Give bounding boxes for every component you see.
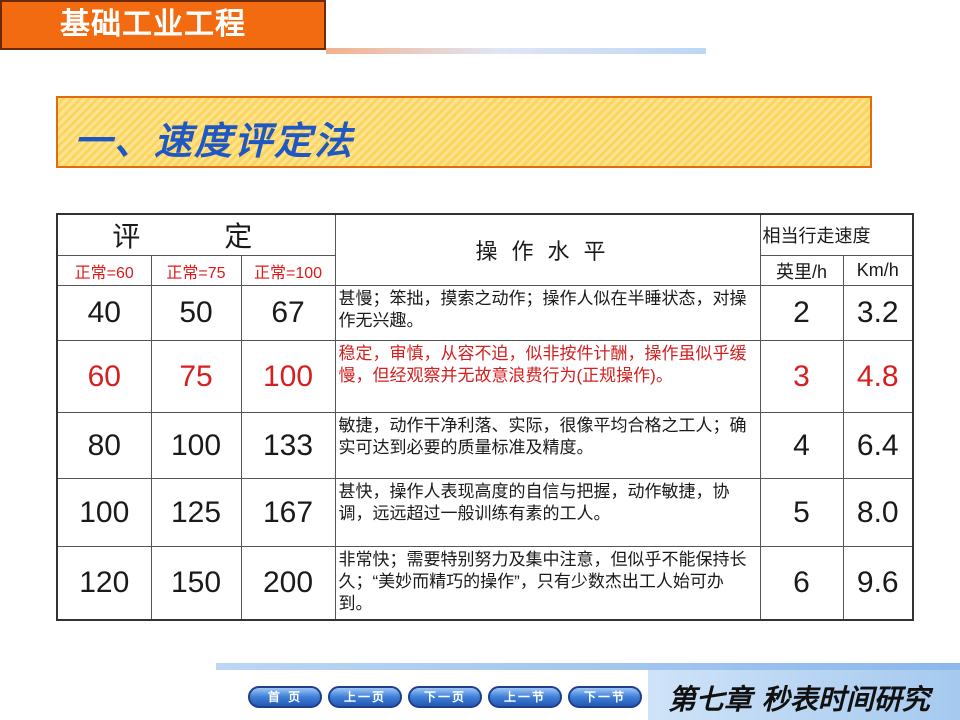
table-row: 80 100 133 敏捷，动作干净利落、实际，很像平均合格之工人；确实可达到必…	[56, 412, 914, 479]
rating-75-cell: 150	[150, 546, 242, 620]
chapter-banner: 第七章 秒表时间研究	[648, 670, 960, 720]
rating-60-cell: 80	[56, 412, 152, 479]
speed-kmh-cell: 3.2	[842, 285, 914, 341]
operation-description-cell: 稳定，审慎，从容不迫，似非按件计酬，操作虽似乎缓慢，但经观察并无故意浪费行为(正…	[334, 340, 761, 413]
speed-rating-table: 评 定 操作水平 相当行走速度 正常=60 正常=75 正常=100 英里/h …	[56, 213, 915, 621]
subheader-normal-60: 正常=60	[56, 255, 152, 286]
operation-description-cell: 甚慢；笨拙，摸索之动作；操作人似在半睡状态，对操作无兴趣。	[334, 285, 761, 341]
table-header-row: 评 定 操作水平 相当行走速度	[56, 213, 914, 286]
rating-100-cell: 67	[240, 285, 336, 341]
speed-kmh-cell: 9.6	[842, 546, 914, 620]
rating-75-cell: 125	[150, 478, 242, 547]
rating-60-cell: 40	[56, 285, 152, 341]
header-divider	[326, 48, 706, 54]
table-row: 120 150 200 非常快；需要特别努力及集中注意，但似乎不能保持长久；“美…	[56, 546, 914, 620]
speed-kmh-cell: 8.0	[842, 478, 914, 547]
speed-mph-cell: 6	[759, 546, 844, 620]
header-rating: 评 定	[56, 213, 336, 256]
speed-mph-cell: 4	[759, 412, 844, 479]
rating-100-cell: 133	[240, 412, 336, 479]
chapter-title: 第七章 秒表时间研究	[668, 683, 930, 716]
slide-title-box: 一、速度评定法	[56, 96, 872, 168]
rating-100-cell: 200	[240, 546, 336, 620]
table-row: 100 125 167 甚快，操作人表现高度的自信与把握，动作敏捷，协调，远远超…	[56, 478, 914, 547]
operation-description-cell: 敏捷，动作干净利落、实际，很像平均合格之工人；确实可达到必要的质量标准及精度。	[334, 412, 761, 479]
speed-mph-cell: 3	[759, 340, 844, 413]
previous-page-button[interactable]: 上一页	[328, 686, 402, 708]
rating-100-cell: 167	[240, 478, 336, 547]
next-section-button[interactable]: 下一节	[568, 686, 642, 708]
rating-60-cell: 120	[56, 546, 152, 620]
rating-75-cell: 100	[150, 412, 242, 479]
subheader-normal-100: 正常=100	[240, 255, 336, 286]
header-walking-speed: 相当行走速度	[759, 213, 914, 256]
header-operation-level: 操作水平	[334, 213, 761, 286]
rating-60-cell: 100	[56, 478, 152, 547]
rating-75-cell: 50	[150, 285, 242, 341]
first-page-button[interactable]: 首 页	[248, 686, 322, 708]
speed-mph-cell: 2	[759, 285, 844, 341]
speed-mph-cell: 5	[759, 478, 844, 547]
speed-kmh-cell: 4.8	[842, 340, 914, 413]
operation-description-cell: 非常快；需要特别努力及集中注意，但似乎不能保持长久；“美妙而精巧的操作”，只有少…	[334, 546, 761, 620]
rating-100-cell: 100	[240, 340, 336, 413]
footer-divider	[216, 663, 960, 670]
course-title: 基础工业工程	[0, 0, 326, 50]
operation-description-cell: 甚快，操作人表现高度的自信与把握，动作敏捷，协调，远远超过一般训练有素的工人。	[334, 478, 761, 547]
rating-60-cell: 60	[56, 340, 152, 413]
speed-kmh-cell: 6.4	[842, 412, 914, 479]
slide-title: 一、速度评定法	[74, 118, 355, 163]
subheader-mph: 英里/h	[759, 255, 844, 286]
table-row: 40 50 67 甚慢；笨拙，摸索之动作；操作人似在半睡状态，对操作无兴趣。 2…	[56, 285, 914, 341]
next-page-button[interactable]: 下一页	[408, 686, 482, 708]
subheader-kmh: Km/h	[842, 255, 914, 286]
subheader-normal-75: 正常=75	[150, 255, 242, 286]
slide-navigation: 首 页 上一页 下一页 上一节 下一节	[248, 686, 642, 710]
rating-75-cell: 75	[150, 340, 242, 413]
previous-section-button[interactable]: 上一节	[488, 686, 562, 708]
table-row-normal: 60 75 100 稳定，审慎，从容不迫，似非按件计酬，操作虽似乎缓慢，但经观察…	[56, 340, 914, 413]
